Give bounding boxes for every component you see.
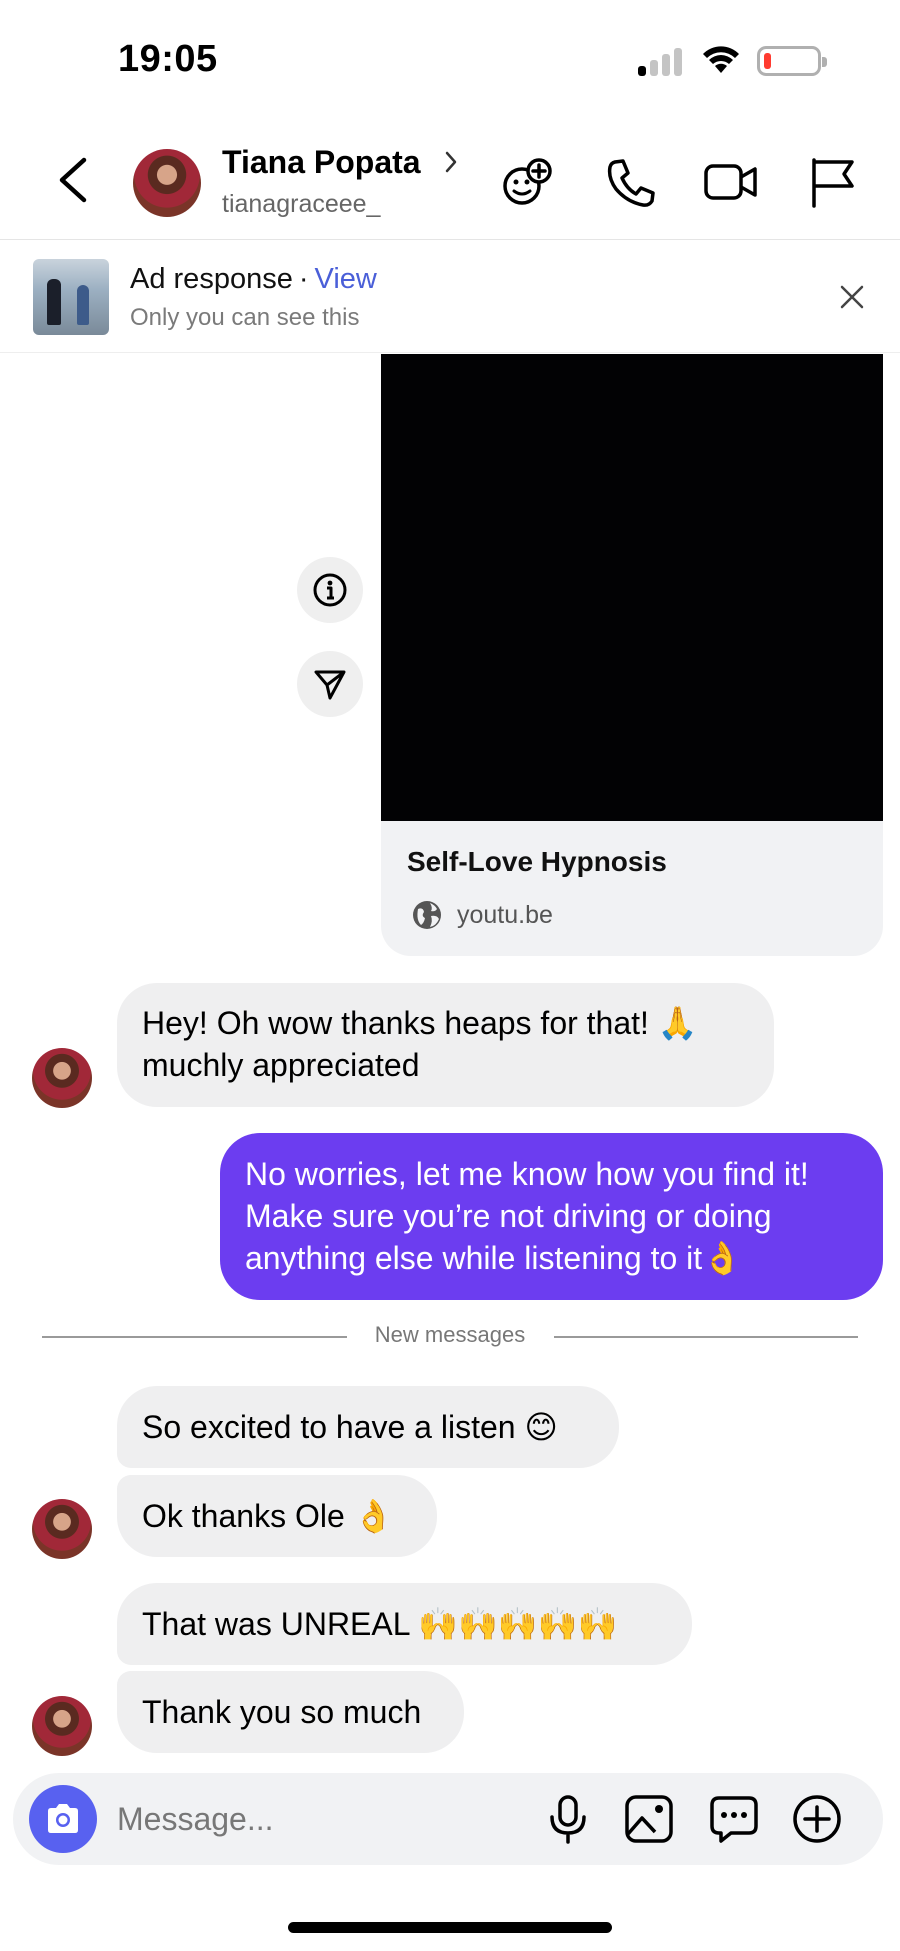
wifi-icon [703, 46, 739, 73]
message-bubble-incoming[interactable]: That was UNREAL 🙌🙌🙌🙌🙌 [117, 1583, 692, 1665]
contact-avatar[interactable] [133, 149, 201, 217]
ad-response-title: Ad response · View [130, 263, 377, 296]
info-icon [313, 573, 347, 607]
chat-header: Tiana Popata tianagraceee_ [0, 120, 900, 240]
status-bar: 19:05 [0, 0, 900, 120]
status-time: 19:05 [118, 38, 218, 80]
ad-view-link[interactable]: View [315, 263, 377, 295]
phone-icon[interactable] [603, 154, 659, 210]
image-icon[interactable] [622, 1792, 676, 1846]
sender-avatar[interactable] [32, 1696, 92, 1756]
link-share-card[interactable]: Self-Love Hypnosis youtu.be [381, 354, 883, 956]
message-bubble-outgoing[interactable]: No worries, let me know how you find it!… [220, 1133, 883, 1300]
cellular-signal-icon [638, 46, 686, 76]
message-bubble-incoming[interactable]: Hey! Oh wow thanks heaps for that! 🙏 muc… [117, 983, 774, 1107]
info-button[interactable] [297, 557, 363, 623]
ad-response-banner: Ad response · View Only you can see this [0, 241, 900, 353]
chevron-right-icon[interactable] [444, 150, 458, 174]
sticker-chat-icon[interactable] [707, 1792, 761, 1846]
add-circle-icon[interactable] [790, 1792, 844, 1846]
link-domain-row: youtu.be [411, 898, 553, 932]
new-messages-divider: New messages [374, 1322, 526, 1347]
ad-response-label: Ad response [130, 263, 293, 295]
message-line: Hey! Oh wow thanks heaps for that! 🙏 [142, 1005, 698, 1041]
message-bubble-incoming[interactable]: Thank you so much [117, 1671, 464, 1753]
flag-icon[interactable] [805, 154, 861, 210]
contact-name[interactable]: Tiana Popata [222, 144, 421, 181]
ad-separator: · [298, 263, 309, 295]
ad-response-subtitle: Only you can see this [130, 304, 360, 331]
send-icon [314, 670, 346, 700]
share-button[interactable] [297, 651, 363, 717]
microphone-icon[interactable] [541, 1792, 595, 1846]
video-camera-icon[interactable] [703, 154, 759, 210]
message-input[interactable] [117, 1773, 537, 1865]
battery-icon [757, 46, 827, 76]
globe-icon [413, 901, 441, 929]
sender-avatar[interactable] [32, 1048, 92, 1108]
message-line: anything else while listening to it👌 [245, 1240, 742, 1276]
camera-button[interactable] [29, 1785, 97, 1853]
back-chevron-icon[interactable] [50, 152, 100, 208]
camera-icon [48, 1804, 78, 1833]
video-preview[interactable] [381, 354, 883, 821]
ad-thumbnail[interactable] [33, 259, 109, 335]
message-composer [13, 1773, 883, 1865]
add-effect-icon[interactable] [500, 154, 556, 210]
home-indicator [288, 1922, 612, 1933]
divider-line-right [554, 1336, 858, 1338]
message-line: Make sure you’re not driving or doing [245, 1198, 772, 1234]
link-domain: youtu.be [457, 900, 553, 929]
message-bubble-incoming[interactable]: Ok thanks Ole 👌 [117, 1475, 437, 1557]
message-line: No worries, let me know how you find it! [245, 1156, 809, 1192]
message-bubble-incoming[interactable]: So excited to have a listen 😊 [117, 1386, 619, 1468]
message-line: muchly appreciated [142, 1047, 420, 1083]
sender-avatar[interactable] [32, 1499, 92, 1559]
link-title: Self-Love Hypnosis [407, 846, 667, 877]
contact-handle[interactable]: tianagraceee_ [222, 190, 380, 219]
close-icon[interactable] [838, 283, 866, 311]
